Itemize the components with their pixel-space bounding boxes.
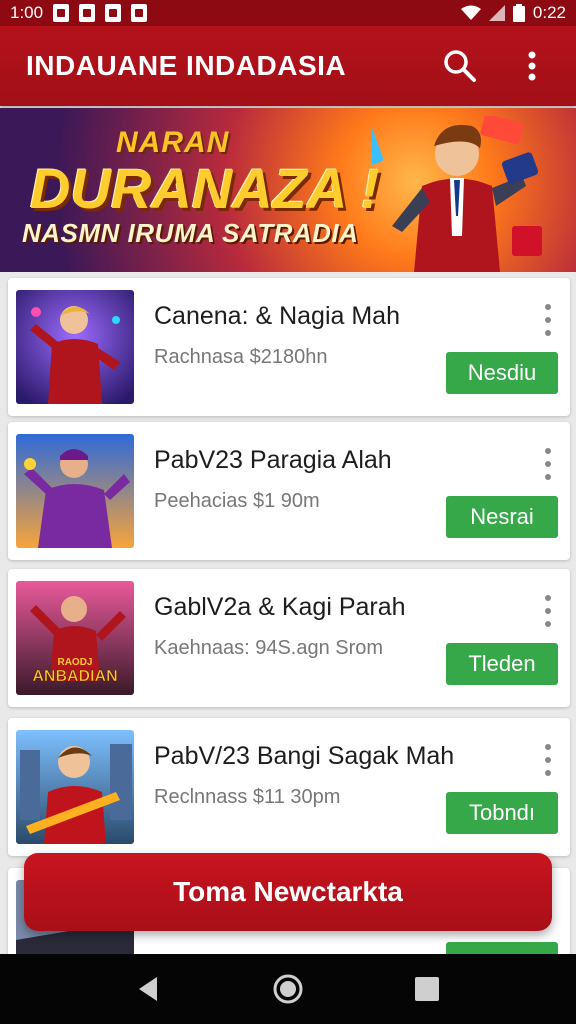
item-title: PabV23 Paragia Alah <box>154 446 392 474</box>
item-thumbnail <box>16 434 134 548</box>
item-thumbnail: RAODJ ANBADIAN <box>16 581 134 695</box>
nav-home-button[interactable] <box>268 969 308 1009</box>
banner-subtitle: NASMN IRUMA SATRADIA <box>22 218 359 248</box>
overflow-menu-button[interactable] <box>514 48 550 84</box>
item-thumbnail <box>16 290 134 404</box>
back-icon <box>139 977 158 1001</box>
item-more-icon[interactable] <box>538 304 558 336</box>
signal-icon <box>488 5 505 21</box>
notification-icon <box>105 4 122 22</box>
system-nav-bar <box>0 954 576 1024</box>
nav-recents-button[interactable] <box>407 969 447 1009</box>
app-bar: INDAUANE INDADASIA <box>0 26 576 106</box>
item-subtitle: Kaehnaas: 94S.agn Srom <box>154 637 384 659</box>
status-time-right: 0:22 <box>532 3 566 22</box>
nav-back-button[interactable] <box>129 969 169 1009</box>
item-subtitle: Reclnnass $11 30pm <box>154 786 341 808</box>
list-item[interactable]: PabV/23 Bangi Sagak Mah Reclnnass $11 30… <box>8 718 570 856</box>
primary-cta-button[interactable]: Toma Newctarkta <box>24 853 552 931</box>
item-action-button[interactable]: Tobndı <box>446 792 558 834</box>
app-title: INDAUANE INDADASIA <box>26 50 347 81</box>
item-action-button[interactable]: Nesrai <box>446 496 558 538</box>
promo-banner[interactable]: NARAN DURANAZA ! NASMN IRUMA SATRADIA <box>0 108 576 272</box>
status-bar: 1:00 0:22 <box>0 0 576 26</box>
notification-icon <box>79 4 96 22</box>
more-vert-icon <box>528 51 536 81</box>
item-subtitle: Peehacias $1 90m <box>154 490 320 512</box>
banner-kicker: NARAN <box>116 126 230 159</box>
battery-icon <box>512 4 525 22</box>
item-action-button[interactable]: Tleden <box>446 643 558 685</box>
wifi-icon <box>460 5 481 20</box>
item-thumbnail <box>16 730 134 844</box>
item-action-button[interactable]: Nesdiu <box>446 352 558 394</box>
thumbnail-logo-text: RAODJ <box>57 657 92 668</box>
item-more-icon[interactable] <box>538 744 558 776</box>
banner-hero-illustration <box>372 116 542 272</box>
item-more-icon[interactable] <box>538 595 558 627</box>
list-item[interactable]: PabV23 Paragia Alah Peehacias $1 90m Nes… <box>8 422 570 560</box>
recents-icon <box>414 977 439 1001</box>
item-title: GablV2a & Kagi Parah <box>154 593 406 621</box>
item-title: PabV/23 Bangi Sagak Mah <box>154 742 455 770</box>
notification-icon <box>131 4 148 22</box>
thumbnail-logo-text: ANBADIAN <box>32 668 117 685</box>
search-button[interactable] <box>442 48 478 84</box>
search-icon <box>444 50 476 82</box>
list-item[interactable]: Canena: & Nagia Mah Rachnasa $2180hn Nes… <box>8 278 570 416</box>
item-title: Canena: & Nagia Mah <box>154 302 400 330</box>
notification-icon <box>53 4 70 22</box>
banner-headline: DURANAZA ! <box>30 157 380 220</box>
item-more-icon[interactable] <box>538 448 558 480</box>
list-item[interactable]: RAODJ ANBADIAN GablV2a & Kagi Parah Kaeh… <box>8 569 570 707</box>
item-subtitle: Rachnasa $2180hn <box>154 346 328 368</box>
status-time-left: 1:00 <box>10 3 44 22</box>
home-icon <box>273 974 303 1004</box>
